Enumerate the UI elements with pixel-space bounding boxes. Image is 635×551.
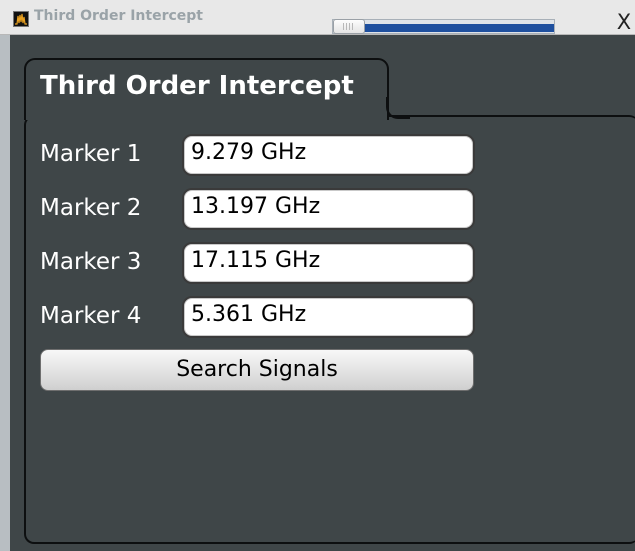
title-bar[interactable]: Third Order Intercept X	[0, 0, 635, 35]
tab-label: Third Order Intercept	[40, 71, 354, 101]
marker-2-value: 13.197 GHz	[191, 194, 321, 219]
marker-3-field[interactable]: 17.115 GHz	[182, 242, 475, 284]
search-signals-label: Search Signals	[176, 357, 338, 382]
marker-4-label: Marker 4	[40, 303, 142, 329]
marker-2-field[interactable]: 13.197 GHz	[182, 188, 475, 230]
marker-1-label: Marker 1	[40, 141, 142, 167]
window-left-edge	[0, 35, 10, 551]
tab-corner	[386, 97, 410, 119]
marker-3-value: 17.115 GHz	[191, 248, 321, 273]
grip-icon	[343, 23, 354, 30]
marker-1-field[interactable]: 9.279 GHz	[182, 134, 475, 176]
window-title: Third Order Intercept	[34, 8, 203, 24]
spectrum-trace-icon	[13, 11, 29, 27]
close-icon: X	[616, 10, 632, 34]
tab-join	[26, 112, 387, 120]
marker-4-value: 5.361 GHz	[191, 302, 307, 327]
close-button[interactable]: X	[614, 12, 634, 34]
marker-4-field[interactable]: 5.361 GHz	[182, 296, 475, 338]
search-signals-button[interactable]: Search Signals	[40, 349, 474, 391]
marker-3-label: Marker 3	[40, 249, 142, 275]
dialog-window: Third Order Intercept X Third Order Inte…	[0, 0, 635, 551]
marker-1-value: 9.279 GHz	[191, 140, 307, 165]
transparency-slider-fill	[364, 24, 554, 32]
marker-2-label: Marker 2	[40, 195, 142, 221]
transparency-slider-thumb[interactable]	[333, 19, 365, 34]
